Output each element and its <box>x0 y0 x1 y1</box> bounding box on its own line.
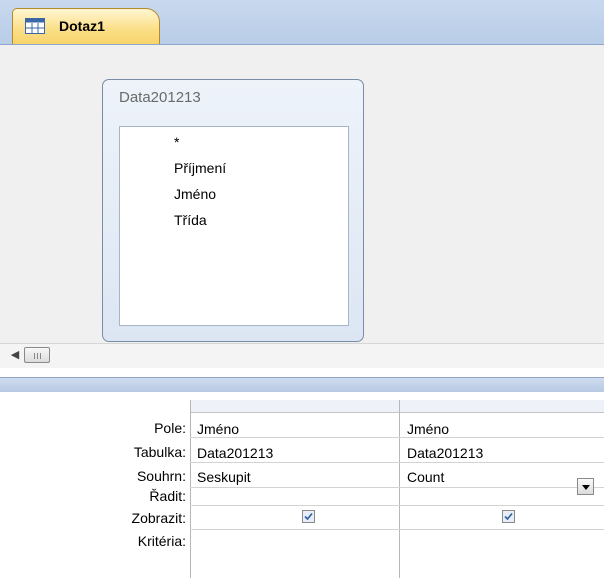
row-label-souhrn: Souhrn: <box>136 468 186 484</box>
horizontal-scrollbar[interactable]: ◀ <box>0 343 604 368</box>
show-checkbox-2[interactable] <box>502 510 515 523</box>
query-design-area[interactable]: Data201213 * Příjmení Jméno Třída <box>0 45 604 343</box>
scroll-left-arrow-icon[interactable]: ◀ <box>8 347 22 364</box>
query-icon <box>25 18 45 34</box>
grid-column-divider <box>190 400 191 578</box>
souhrn-dropdown-button[interactable] <box>577 478 594 495</box>
row-label-pole: Pole: <box>154 420 186 436</box>
field-list[interactable]: * Příjmení Jméno Třída <box>119 126 349 326</box>
cell-tabulka-1[interactable]: Data201213 <box>197 445 273 461</box>
column-selector-strip[interactable] <box>190 400 604 413</box>
show-checkbox-1[interactable] <box>302 510 315 523</box>
grid-column-divider <box>399 400 400 578</box>
row-label-zobrazit: Zobrazit: <box>131 510 186 526</box>
field-item-trida[interactable]: Třída <box>174 212 207 228</box>
row-label-tabulka: Tabulka: <box>133 444 186 460</box>
query-design-grid: Pole: Tabulka: Souhrn: Řadit: Zobrazit: … <box>0 392 604 578</box>
table-field-list-window[interactable]: Data201213 * Příjmení Jméno Třída <box>102 79 364 342</box>
field-item-prijmeni[interactable]: Příjmení <box>174 160 226 176</box>
tab-dotaz1[interactable]: Dotaz1 <box>12 8 160 44</box>
field-item-all[interactable]: * <box>174 134 179 150</box>
table-window-title: Data201213 <box>119 89 201 106</box>
cell-pole-1[interactable]: Jméno <box>197 421 239 437</box>
row-label-radit: Řadit: <box>149 488 186 504</box>
pane-splitter[interactable] <box>0 377 604 393</box>
cell-pole-2[interactable]: Jméno <box>407 421 449 437</box>
tab-label: Dotaz1 <box>59 18 105 34</box>
cell-souhrn-1[interactable]: Seskupit <box>197 469 251 485</box>
field-item-jmeno[interactable]: Jméno <box>174 186 216 202</box>
row-label-kriteria: Kritéria: <box>137 533 186 549</box>
cell-souhrn-2[interactable]: Count <box>407 469 444 485</box>
cell-tabulka-2[interactable]: Data201213 <box>407 445 483 461</box>
chevron-down-icon <box>582 485 590 490</box>
scroll-thumb[interactable] <box>24 347 50 363</box>
